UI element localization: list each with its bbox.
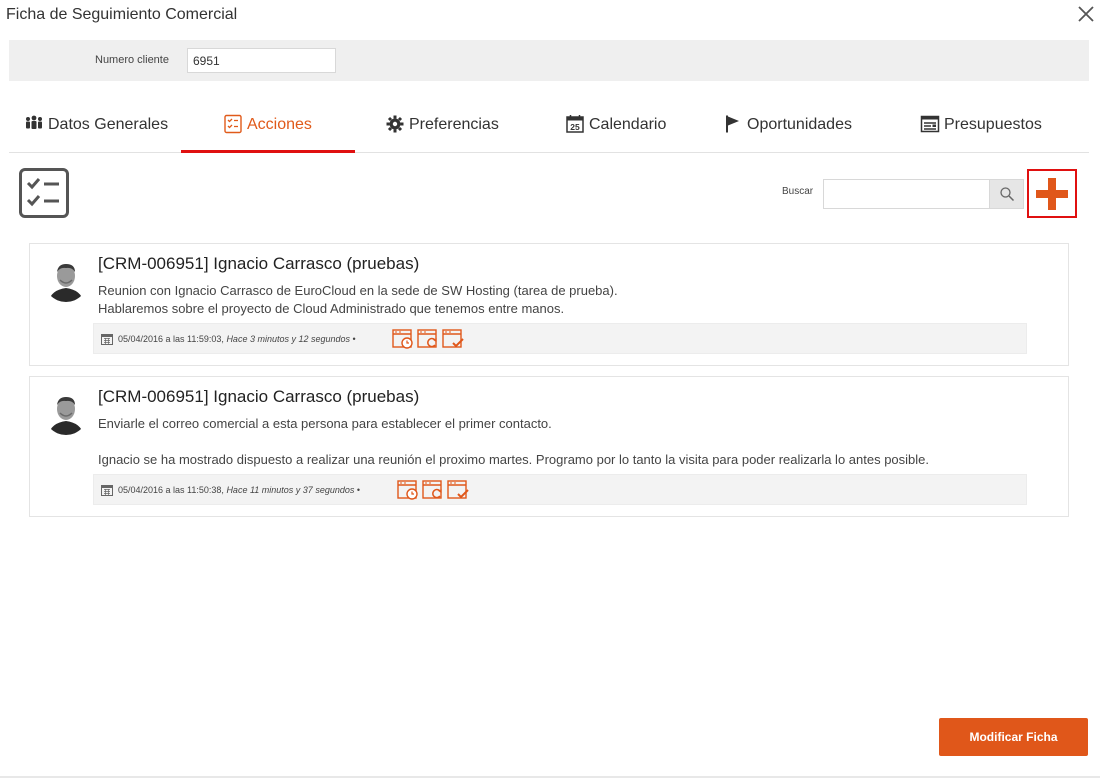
close-icon [1078, 6, 1094, 22]
add-action-button[interactable] [1027, 169, 1077, 218]
action-title: [CRM-006951] Ignacio Carrasco (pruebas) [98, 254, 420, 273]
action-timestamp: 05/04/2016 a las 11:50:38, Hace 11 minut… [118, 485, 360, 495]
action-elapsed: Hace 3 minutos y 12 segundos [226, 334, 351, 344]
tab-label: Datos Generales [48, 116, 169, 133]
tab-calendario[interactable]: 25 Calendario [565, 108, 666, 152]
users-icon [26, 115, 42, 129]
calendar-check-icon [442, 329, 464, 348]
tab-datos-generales[interactable]: Datos Generales [24, 108, 168, 152]
action-meta-bar: 05/04/2016 a las 11:50:38, Hace 11 minut… [93, 474, 1027, 505]
tab-oportunidades[interactable]: Oportunidades [723, 108, 852, 152]
meta-separator: • [352, 334, 356, 344]
search-icon [999, 187, 1014, 202]
action-card: [CRM-006951] Ignacio Carrasco (pruebas) … [29, 243, 1069, 366]
gear-icon [386, 115, 404, 133]
calendar-clock-icon [397, 480, 418, 500]
search-input[interactable] [823, 179, 989, 209]
schedule-action-button[interactable] [392, 329, 414, 350]
action-buttons [392, 329, 464, 350]
document-list-icon [920, 115, 940, 133]
svg-text:25: 25 [570, 122, 580, 132]
calendar-icon [101, 485, 113, 496]
action-description-line: Ignacio se ha mostrado dispuesto a reali… [98, 452, 930, 467]
calendar-clock-icon [392, 329, 413, 349]
reschedule-action-button[interactable] [417, 329, 439, 350]
tab-label: Preferencias [409, 116, 499, 133]
action-description-line: Enviarle el correo comercial a esta pers… [98, 416, 552, 431]
meta-separator: • [356, 485, 361, 495]
avatar [44, 256, 88, 304]
tab-label: Oportunidades [747, 116, 852, 133]
action-meta-bar: 05/04/2016 a las 11:59:03, Hace 3 minuto… [93, 323, 1027, 354]
action-card: [CRM-006951] Ignacio Carrasco (pruebas) … [29, 376, 1069, 517]
modify-ficha-button[interactable]: Modificar Ficha [939, 718, 1088, 756]
client-number-label: Numero cliente [95, 54, 169, 66]
calendar-25-icon: 25 [566, 115, 584, 133]
actions-checklist-icon [19, 168, 69, 218]
calendar-check-icon [447, 480, 469, 499]
action-timestamp: 05/04/2016 a las 11:59:03, Hace 3 minuto… [118, 334, 356, 344]
action-date: 05/04/2016 a las 11:50:38, [118, 485, 224, 495]
active-tab-underline [181, 150, 355, 153]
search-label: Buscar [782, 186, 814, 197]
checklist-icon [224, 114, 242, 134]
action-date: 05/04/2016 a las 11:59:03, [118, 334, 224, 344]
flag-icon [726, 115, 739, 133]
action-elapsed: Hace 11 minutos y 37 segundos [226, 485, 355, 495]
complete-action-button[interactable] [442, 329, 464, 350]
reschedule-action-button[interactable] [422, 480, 444, 501]
modal-title: Ficha de Seguimiento Comercial [6, 6, 238, 23]
tab-preferencias[interactable]: Preferencias [385, 108, 499, 152]
tab-label: Calendario [589, 116, 667, 133]
avatar [44, 389, 88, 437]
calendar-refresh-icon [422, 480, 442, 499]
search-button[interactable] [989, 179, 1024, 209]
tab-label: Presupuestos [944, 116, 1042, 133]
schedule-action-button[interactable] [397, 480, 419, 501]
calendar-icon [101, 334, 113, 345]
tab-label: Acciones [247, 116, 312, 133]
action-description-line: Reunion con Ignacio Carrasco de EuroClou… [98, 283, 618, 298]
complete-action-button[interactable] [447, 480, 469, 501]
plus-icon [1036, 177, 1068, 210]
action-description-line: Hablaremos sobre el proyecto de Cloud Ad… [98, 301, 565, 316]
tab-acciones[interactable]: Acciones [223, 108, 312, 152]
close-button[interactable] [1076, 4, 1096, 26]
client-number-input[interactable] [187, 48, 336, 73]
calendar-refresh-icon [417, 329, 437, 348]
tab-bar: Datos Generales Acciones Preferencias 25… [9, 108, 1089, 153]
modal-window: Ficha de Seguimiento Comercial Numero cl… [0, 0, 1100, 778]
action-title: [CRM-006951] Ignacio Carrasco (pruebas) [98, 387, 420, 406]
action-buttons [397, 480, 469, 501]
client-bar: Numero cliente [9, 40, 1089, 81]
tab-presupuestos[interactable]: Presupuestos [920, 108, 1042, 152]
